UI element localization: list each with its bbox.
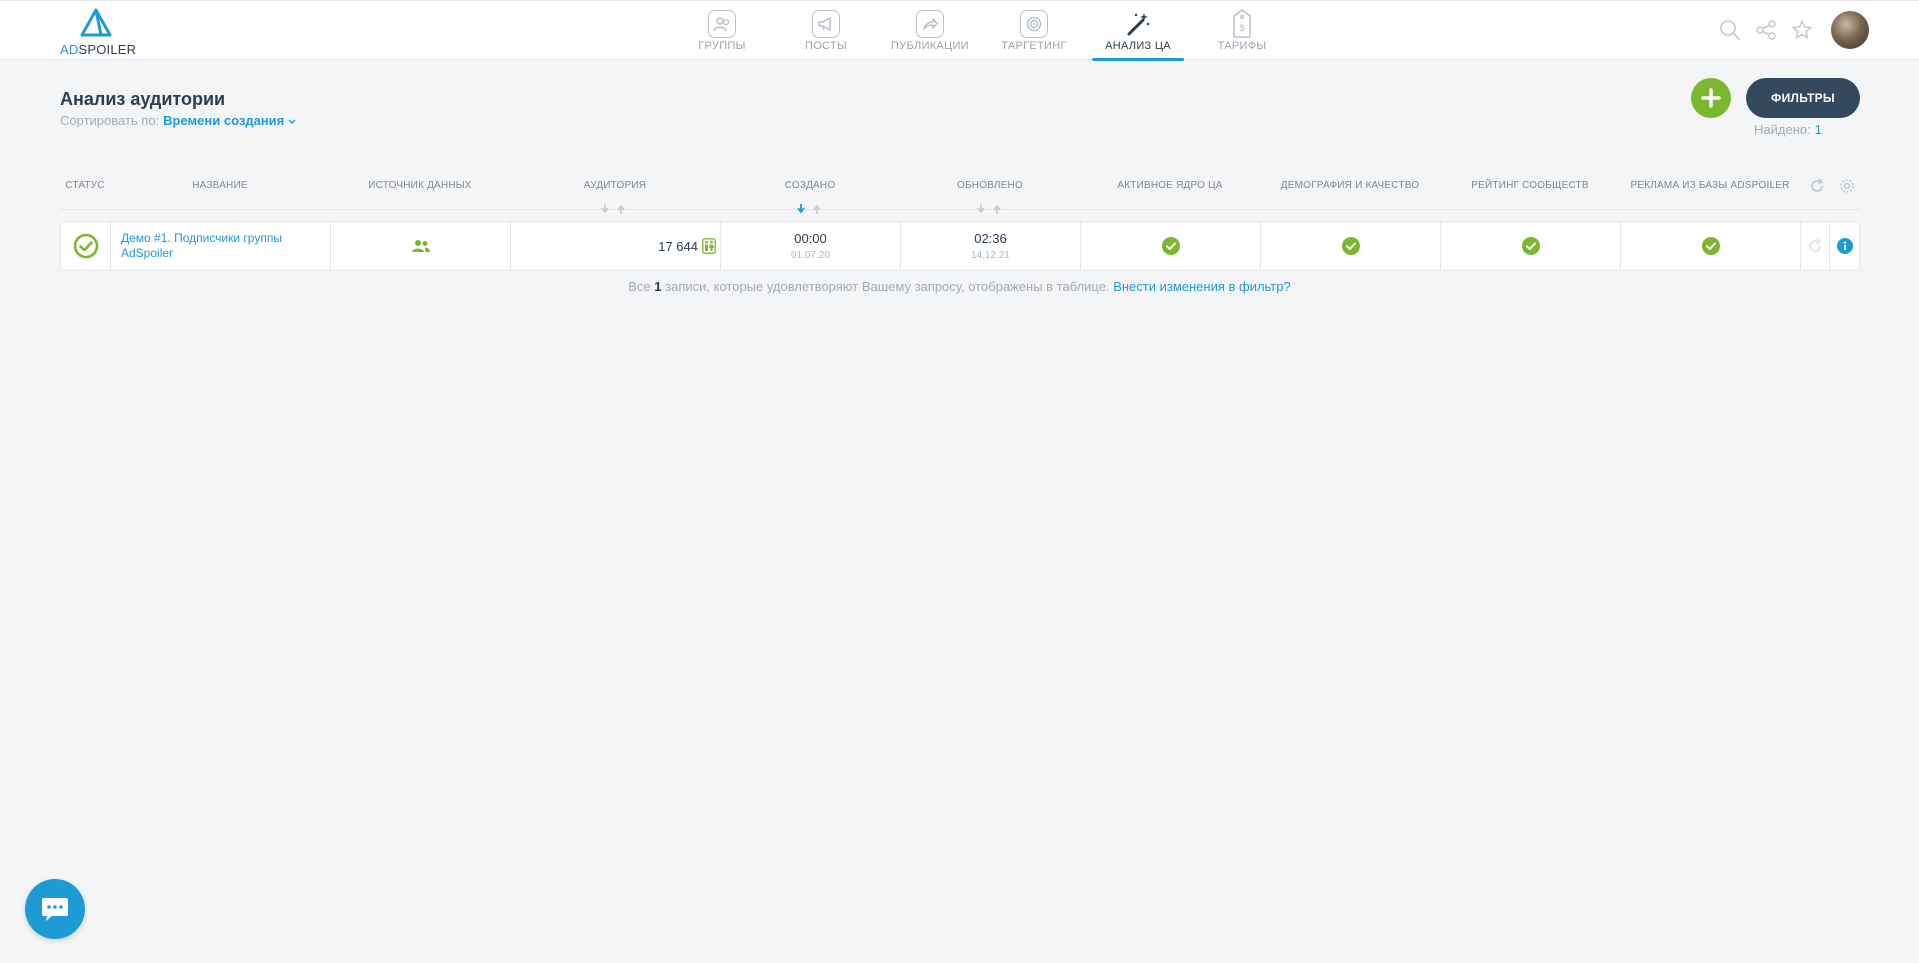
price-tag-icon: $ <box>1228 9 1256 38</box>
found-label: Найдено: <box>1754 122 1811 137</box>
sort-value: Времени создания <box>163 113 285 128</box>
check-circle-icon[interactable] <box>1701 237 1720 255</box>
header-ads-database: РЕКЛАМА ИЗ БАЗЫ ADSPOILER <box>1630 180 1790 191</box>
note-count: 1 <box>654 279 662 294</box>
sort-asc-icon[interactable] <box>813 204 821 214</box>
sort-asc-icon[interactable] <box>993 204 1001 214</box>
share-arrow-icon <box>916 10 944 38</box>
updated-cell: 02:36 14.12.21 <box>901 222 1081 270</box>
sort-label: Сортировать по: <box>60 113 160 128</box>
audience-sorter[interactable] <box>601 204 625 214</box>
check-circle-icon[interactable] <box>1521 237 1540 255</box>
analysis-name-link[interactable]: Демо #1. Подписчики группы AdSpoiler <box>111 231 330 261</box>
nav-label: АНАЛИЗ ЦА <box>1105 40 1171 52</box>
chat-widget-button[interactable] <box>25 879 85 939</box>
updated-date: 14.12.21 <box>971 250 1010 261</box>
sort-desc-icon[interactable] <box>797 204 805 214</box>
refresh-cell <box>1801 222 1830 270</box>
main-nav: ГРУППЫ ПОСТЫ ПУБЛИКАЦИИ ТАРГЕТИНГ АНАЛИЗ… <box>670 1 1294 61</box>
created-date: 01.07.20 <box>791 250 830 261</box>
community-rating-cell[interactable] <box>1441 222 1621 270</box>
chat-bubble-icon <box>42 898 68 921</box>
share-icon[interactable] <box>1755 19 1777 41</box>
nav-label: ПОСТЫ <box>805 40 847 52</box>
nav-item-tariffs[interactable]: $ ТАРИФЫ <box>1190 1 1294 61</box>
found-number: 1 <box>1814 122 1822 137</box>
updated-time: 02:36 <box>974 231 1007 246</box>
svg-text:$: $ <box>1239 23 1244 33</box>
header-updated[interactable]: ОБНОВЛЕНО <box>900 180 1080 191</box>
status-ok-icon <box>73 233 98 259</box>
results-note: Все 1 записи, которые удовлетворяют Ваше… <box>0 279 1919 294</box>
header-source[interactable]: ИСТОЧНИК ДАННЫХ <box>330 180 510 191</box>
nav-item-targeting[interactable]: ТАРГЕТИНГ <box>982 1 1086 61</box>
note-prefix: Все <box>628 279 651 294</box>
sort-desc-icon[interactable] <box>977 204 985 214</box>
header-status[interactable]: СТАТУС <box>60 180 110 191</box>
users-icon <box>411 240 430 252</box>
check-circle-icon[interactable] <box>1161 237 1180 255</box>
filters-button[interactable]: ФИЛЬТРЫ <box>1746 78 1860 118</box>
created-sorter[interactable] <box>797 204 821 214</box>
nav-item-groups[interactable]: ГРУППЫ <box>670 1 774 61</box>
source-cell <box>331 222 511 270</box>
ads-database-cell[interactable] <box>1621 222 1801 270</box>
name-cell: Демо #1. Подписчики группы AdSpoiler <box>111 222 331 270</box>
audience-cell: 17 644 <box>511 222 721 270</box>
header-demography: ДЕМОГРАФИЯ И КАЧЕСТВО <box>1280 180 1420 191</box>
sort-asc-icon[interactable] <box>617 204 625 214</box>
add-analysis-button[interactable] <box>1691 78 1731 118</box>
page-title: Анализ аудитории <box>60 89 226 109</box>
target-icon <box>1020 10 1048 38</box>
search-icon[interactable] <box>1719 19 1741 41</box>
plus-icon <box>1701 88 1721 108</box>
table-header: СТАТУС НАЗВАНИЕ ИСТОЧНИК ДАННЫХ АУДИТОРИ… <box>60 178 1860 214</box>
megaphone-icon <box>812 10 840 38</box>
people-gender-icon <box>702 238 716 254</box>
active-core-cell[interactable] <box>1081 222 1261 270</box>
adspoiler-logo[interactable]: ADSPOILER <box>60 7 170 57</box>
header-audience[interactable]: АУДИТОРИЯ <box>510 180 720 191</box>
status-cell <box>61 222 111 270</box>
nav-label: ТАРИФЫ <box>1217 40 1267 52</box>
info-cell <box>1830 222 1859 270</box>
header-name[interactable]: НАЗВАНИЕ <box>110 180 330 191</box>
nav-item-posts[interactable]: ПОСТЫ <box>774 1 878 61</box>
demography-cell[interactable] <box>1261 222 1441 270</box>
table-row[interactable]: Демо #1. Подписчики группы AdSpoiler 17 … <box>60 221 1860 271</box>
top-bar: ADSPOILER ГРУППЫ ПОСТЫ ПУБЛИКАЦИИ ТАРГЕТ… <box>0 0 1919 61</box>
nav-label: ТАРГЕТИНГ <box>1001 40 1067 52</box>
refresh-all-icon[interactable] <box>1807 178 1827 197</box>
sort-control: Сортировать по: Времени создания <box>60 113 296 128</box>
logo-text: ADSPOILER <box>60 42 137 57</box>
found-count: Найдено: 1 <box>1754 122 1822 137</box>
info-icon[interactable] <box>1836 238 1853 254</box>
note-text: записи, которые удовлетворяют Вашему зап… <box>665 279 1110 294</box>
logo-triangle-icon <box>80 8 112 37</box>
chevron-down-icon <box>288 119 296 124</box>
nav-label: ГРУППЫ <box>698 40 746 52</box>
user-avatar[interactable] <box>1831 11 1869 49</box>
audience-count: 17 644 <box>658 238 698 254</box>
star-icon[interactable] <box>1791 19 1813 41</box>
edit-filter-link[interactable]: Внести изменения в фильтр? <box>1113 279 1291 294</box>
created-cell: 00:00 01.07.20 <box>721 222 901 270</box>
sort-dropdown[interactable]: Времени создания <box>163 113 296 128</box>
settings-gear-icon[interactable] <box>1837 178 1857 197</box>
created-time: 00:00 <box>794 231 827 246</box>
header-community-rating: РЕЙТИНГ СООБЩЕСТВ <box>1471 180 1589 191</box>
refresh-icon[interactable] <box>1807 238 1823 254</box>
sort-desc-icon[interactable] <box>601 204 609 214</box>
header-active-core: АКТИВНОЕ ЯДРО ЦА <box>1117 180 1223 191</box>
groups-icon <box>708 10 736 38</box>
check-circle-icon[interactable] <box>1341 237 1360 255</box>
magic-wand-icon <box>1124 10 1152 38</box>
header-created[interactable]: СОЗДАНО <box>720 180 900 191</box>
header-tools <box>1719 11 1869 49</box>
nav-label: ПУБЛИКАЦИИ <box>891 40 969 52</box>
nav-item-audience-analysis[interactable]: АНАЛИЗ ЦА <box>1086 1 1190 61</box>
updated-sorter[interactable] <box>977 204 1001 214</box>
nav-item-publications[interactable]: ПУБЛИКАЦИИ <box>878 1 982 61</box>
